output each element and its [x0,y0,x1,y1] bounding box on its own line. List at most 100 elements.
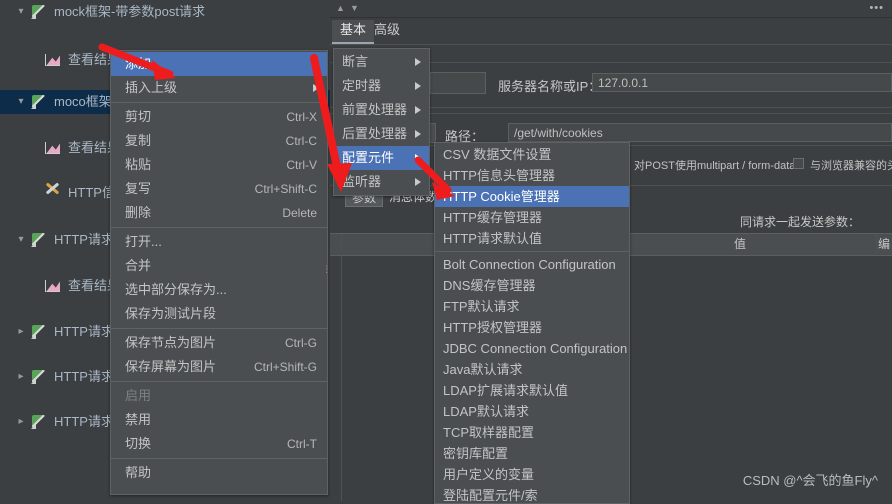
config-item-user-defined-variables[interactable]: 用户定义的变量 [435,464,629,485]
menu-item-insert-parent[interactable]: 插入上级 [111,76,327,100]
table-left-border [341,254,342,501]
config-item-ldap-extended-request-defaults[interactable]: LDAP扩展请求默认值 [435,380,629,401]
browser-compatible-checkbox[interactable] [793,158,804,169]
config-item-login-config-element[interactable]: 登陆配置元件/索 [435,485,629,503]
tree-item-label: HTTP请求 [54,232,114,247]
menu-item-label: 前置处理器 [342,102,408,117]
submenu-item-config-elements[interactable]: 配置元件 [334,146,429,170]
pencil-icon [28,229,50,251]
menu-separator [435,251,629,252]
chevron-right-icon [415,58,421,66]
menu-item-shortcut: Ctrl+Shift-G [253,360,317,374]
menu-item-cut[interactable]: 剪切 Ctrl-X [111,105,327,129]
config-item-csv-data-set[interactable]: CSV 数据文件设置 [435,144,629,165]
menu-item-label: HTTP请求默认值 [443,231,542,246]
menu-item-delete[interactable]: 删除 Delete [111,201,327,225]
config-item-tcp-sampler-config[interactable]: TCP取样器配置 [435,422,629,443]
menu-item-save-selection-as[interactable]: 选中部分保存为... [111,278,327,302]
submenu-item-timers[interactable]: 定时器 [334,74,429,98]
submenu-add[interactable]: 断言 定时器 前置处理器 后置处理器 配置元件 监听器 [333,48,430,196]
submenu-item-pre-processors[interactable]: 前置处理器 [334,98,429,122]
chevron-down-icon[interactable]: ▾ [14,0,28,24]
result-tree-icon [42,275,64,297]
chevron-down-icon[interactable]: ▾ [14,90,28,114]
chevron-right-icon [415,154,421,162]
config-item-ftp-request-defaults[interactable]: FTP默认请求 [435,296,629,317]
table-header-value[interactable]: 值 [604,235,876,253]
arrow-up-icon[interactable]: ▲ [336,4,345,13]
table-header-encode[interactable]: 编 [876,235,892,253]
tree-item[interactable]: ▾ mock框架-带参数post请求 [0,0,330,24]
chevron-right-icon [415,82,421,90]
browser-compatible-label: 与浏览器兼容的头 [810,160,892,172]
submenu-config-elements[interactable]: CSV 数据文件设置 HTTP信息头管理器 HTTP Cookie管理器 HTT… [434,142,630,504]
menu-item-label: 后置处理器 [342,126,408,141]
more-options-icon[interactable]: ••• [869,3,884,14]
menu-item-label: 复写 [125,181,152,196]
chevron-right-icon[interactable]: ▸ [14,365,28,389]
menu-item-add[interactable]: 添加 [111,52,327,76]
menu-item-label: 监听器 [342,174,382,189]
menu-item-shortcut: Ctrl-V [286,158,317,172]
menu-item-label: 定时器 [342,78,382,93]
config-item-http-request-defaults[interactable]: HTTP请求默认值 [435,228,629,249]
menu-item-copy[interactable]: 复制 Ctrl-C [111,129,327,153]
menu-separator [111,458,327,459]
port-field[interactable] [430,72,486,94]
menu-item-duplicate[interactable]: 复写 Ctrl+Shift-C [111,177,327,201]
chevron-right-icon [313,60,319,68]
config-item-dns-cache-manager[interactable]: DNS缓存管理器 [435,275,629,296]
watermark-text: CSDN @^会飞的鱼Fly^ [742,473,878,488]
menu-item-label: HTTP缓存管理器 [443,210,542,225]
path-input[interactable]: /get/with/cookies [508,123,892,142]
config-item-http-header-manager[interactable]: HTTP信息头管理器 [435,165,629,186]
menu-item-label: 合并 [125,258,152,273]
tab-advanced[interactable]: 高级 [366,20,408,42]
menu-item-paste[interactable]: 粘贴 Ctrl-V [111,153,327,177]
panel-tabs[interactable]: 基本 高级 [330,18,892,45]
menu-item-toggle[interactable]: 切换 Ctrl-T [111,432,327,456]
tree-item-label: HTTP请求 [54,414,114,429]
chevron-down-icon[interactable]: ▾ [14,228,28,252]
menu-item-label: CSV 数据文件设置 [443,147,552,162]
menu-item-open[interactable]: 打开... [111,230,327,254]
menu-item-save-as-test-fragment[interactable]: 保存为测试片段 [111,302,327,326]
chevron-right-icon[interactable]: ▸ [14,410,28,434]
chevron-right-icon[interactable]: ▸ [14,320,28,344]
config-item-bolt-connection-configuration[interactable]: Bolt Connection Configuration [435,254,629,275]
pencil-icon [28,366,50,388]
config-item-http-cache-manager[interactable]: HTTP缓存管理器 [435,207,629,228]
menu-item-save-node-as-image[interactable]: 保存节点为图片 Ctrl-G [111,331,327,355]
config-item-jdbc-connection-configuration[interactable]: JDBC Connection Configuration [435,338,629,359]
menu-item-save-screen-as-image[interactable]: 保存屏幕为图片 Ctrl+Shift-G [111,355,327,379]
server-label: 服务器名称或IP： [498,79,602,94]
menu-item-label: HTTP信息头管理器 [443,168,555,183]
submenu-item-assertions[interactable]: 断言 [334,50,429,74]
result-tree-icon [42,137,64,159]
menu-item-label: DNS缓存管理器 [443,278,536,293]
pencil-icon [28,411,50,433]
menu-item-label: LDAP扩展请求默认值 [443,383,568,398]
menu-separator [111,328,327,329]
arrow-down-icon[interactable]: ▼ [350,4,359,13]
submenu-item-listeners[interactable]: 监听器 [334,170,429,194]
menu-scroll-handle[interactable]: ⋮ [322,265,331,274]
menu-item-label: 选中部分保存为... [125,282,227,297]
config-item-http-authorization-manager[interactable]: HTTP授权管理器 [435,317,629,338]
menu-item-merge[interactable]: 合并 [111,254,327,278]
tree-item-label: HTTP请求 [54,369,114,384]
config-item-java-request-defaults[interactable]: Java默认请求 [435,359,629,380]
config-item-keystore-configuration[interactable]: 密钥库配置 [435,443,629,464]
menu-item-label: 启用 [125,388,152,403]
panel-toolbar[interactable]: ▲ ▼ ••• [330,0,892,18]
config-item-ldap-request-defaults[interactable]: LDAP默认请求 [435,401,629,422]
menu-item-label: 复制 [125,133,152,148]
menu-item-disable[interactable]: 禁用 [111,408,327,432]
submenu-item-post-processors[interactable]: 后置处理器 [334,122,429,146]
menu-item-help[interactable]: 帮助 [111,461,327,485]
context-menu[interactable]: 添加 插入上级 剪切 Ctrl-X 复制 Ctrl-C 粘贴 Ctrl-V 复写… [110,50,331,495]
server-input[interactable]: 127.0.0.1 [592,73,892,92]
menu-item-shortcut: Ctrl-C [285,134,317,148]
config-item-http-cookie-manager[interactable]: HTTP Cookie管理器 [435,186,629,207]
menu-item-label: 配置元件 [342,150,395,165]
